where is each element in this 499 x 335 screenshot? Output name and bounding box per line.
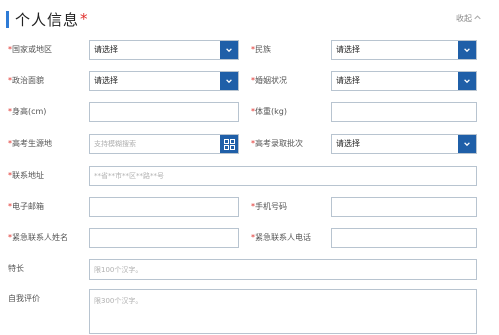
chevron-down-icon xyxy=(458,135,476,153)
region-select[interactable]: 请选择 xyxy=(89,40,239,60)
form-row: *联系地址 **省**市**区**路**号 xyxy=(0,166,499,186)
title-accent-bar xyxy=(6,10,9,28)
political-select-value: 请选择 xyxy=(94,76,118,85)
required-mark: * xyxy=(80,10,88,28)
height-label: *身高(cm) xyxy=(8,107,47,116)
exam-origin-label: *高考生源地 xyxy=(8,139,52,148)
section-header: 个人信息 * xyxy=(6,9,88,29)
exam-origin-placeholder: 支持模糊搜索 xyxy=(94,140,136,148)
specialty-textarea[interactable]: 限100个汉字。 xyxy=(89,259,477,280)
form-row: *高考生源地 支持模糊搜索 *高考录取批次 请选择 xyxy=(0,134,499,154)
chevron-down-icon xyxy=(458,72,476,90)
address-placeholder: **省**市**区**路**号 xyxy=(94,172,164,180)
address-input[interactable]: **省**市**区**路**号 xyxy=(89,166,477,186)
weight-label: *体重(kg) xyxy=(251,107,287,116)
marital-select-value: 请选择 xyxy=(336,76,360,85)
exam-batch-label: *高考录取批次 xyxy=(251,139,303,148)
form-row: *电子邮箱 *手机号码 xyxy=(0,197,499,217)
exam-origin-input[interactable]: 支持模糊搜索 xyxy=(89,134,239,154)
collapse-toggle[interactable]: 收起 xyxy=(456,13,481,24)
emergency-phone-input[interactable] xyxy=(331,228,477,248)
email-input[interactable] xyxy=(89,197,239,217)
chevron-down-icon xyxy=(220,41,238,59)
region-label: *国家或地区 xyxy=(8,45,52,54)
political-select[interactable]: 请选择 xyxy=(89,71,239,91)
emergency-phone-label: *紧急联系人电话 xyxy=(251,233,311,242)
collapse-label: 收起 xyxy=(456,14,472,23)
exam-batch-select-value: 请选择 xyxy=(336,139,360,148)
emergency-name-input[interactable] xyxy=(89,228,239,248)
phone-input[interactable] xyxy=(331,197,477,217)
section-title: 个人信息 xyxy=(15,10,80,29)
self-eval-placeholder: 限300个汉字。 xyxy=(94,297,143,305)
ethnicity-select-value: 请选择 xyxy=(336,45,360,54)
chevron-down-icon xyxy=(220,72,238,90)
chevron-up-icon xyxy=(474,14,481,23)
specialty-label: 特长 xyxy=(8,264,24,273)
form-row: *身高(cm) *体重(kg) xyxy=(0,102,499,122)
political-label: *政治面貌 xyxy=(8,76,44,85)
grid-icon[interactable] xyxy=(220,135,238,153)
form-row: *政治面貌 请选择 *婚姻状况 请选择 xyxy=(0,71,499,91)
email-label: *电子邮箱 xyxy=(8,202,44,211)
region-select-value: 请选择 xyxy=(94,45,118,54)
marital-select[interactable]: 请选择 xyxy=(331,71,477,91)
ethnicity-label: *民族 xyxy=(251,45,271,54)
marital-label: *婚姻状况 xyxy=(251,76,287,85)
address-label: *联系地址 xyxy=(8,171,44,180)
form-row: *紧急联系人姓名 *紧急联系人电话 xyxy=(0,228,499,248)
weight-input[interactable] xyxy=(331,102,477,122)
self-eval-textarea[interactable]: 限300个汉字。 xyxy=(89,289,477,334)
phone-label: *手机号码 xyxy=(251,202,287,211)
emergency-name-label: *紧急联系人姓名 xyxy=(8,233,68,242)
height-input[interactable] xyxy=(89,102,239,122)
self-eval-label: 自我评价 xyxy=(8,294,40,303)
chevron-down-icon xyxy=(458,41,476,59)
ethnicity-select[interactable]: 请选择 xyxy=(331,40,477,60)
form-row: *国家或地区 请选择 *民族 请选择 xyxy=(0,40,499,60)
specialty-placeholder: 限100个汉字。 xyxy=(94,266,143,274)
exam-batch-select[interactable]: 请选择 xyxy=(331,134,477,154)
